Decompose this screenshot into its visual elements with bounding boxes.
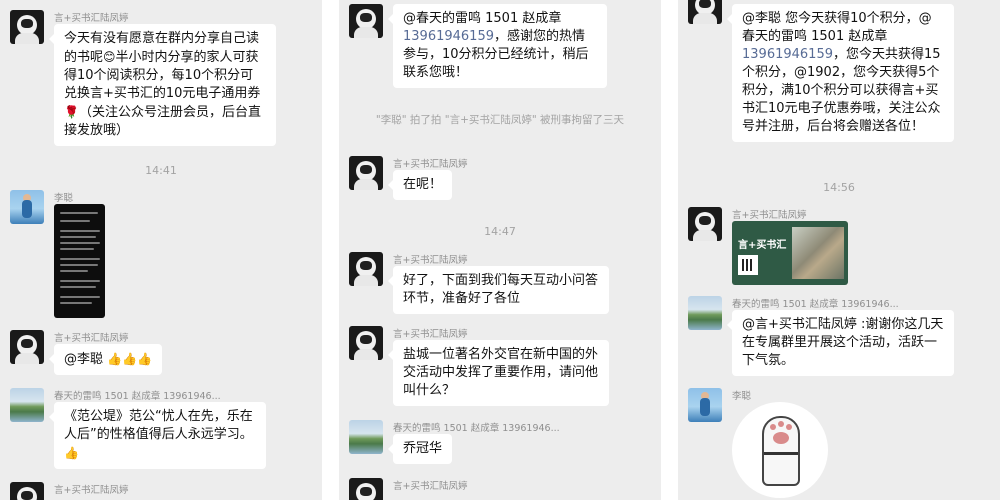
avatar[interactable] (349, 156, 383, 190)
avatar[interactable] (349, 326, 383, 360)
avatar[interactable] (688, 388, 722, 422)
message-bubble[interactable]: 今天有没有愿意在群内分享自己读的书呢😊半小时内分享的家人可获得10个阅读积分，每… (49, 24, 276, 146)
sender-name: 言+买书汇陆凤婷 (393, 329, 468, 340)
message-bubble[interactable]: 在呢！ (387, 170, 453, 200)
image-message[interactable]: 言+买书汇 (732, 221, 848, 285)
thumbs-up-emoji-icon: 👍👍👍 (107, 352, 152, 366)
card-title: 言+买书汇 (738, 240, 787, 251)
chat-panel-3: @李聪 您今天获得10个积分，@春天的雷鸣 1501 赵成章 139619461… (678, 0, 1000, 500)
message-bubble[interactable]: @李聪 👍👍👍 (49, 344, 162, 375)
message-text: @李聪 (64, 352, 108, 367)
chat-panel-2: @春天的雷鸣 1501 赵成章 13961946159，感谢您的热情参与，10分… (339, 0, 661, 500)
message-bubble[interactable]: @言+买书汇陆凤婷 :谢谢你这几天在专属群里开展这个活动，活跃一下气氛。 (727, 310, 954, 376)
avatar[interactable] (349, 420, 383, 454)
avatar[interactable] (10, 190, 44, 224)
timestamp: 14:47 (484, 225, 516, 238)
sender-name: 春天的雷鸣 1501 赵成章 13961946... (54, 391, 221, 402)
avatar[interactable] (10, 388, 44, 422)
sender-name: 言+买书汇陆凤婷 (54, 485, 129, 496)
sender-name: 言+买书汇陆凤婷 (54, 13, 129, 24)
sender-name: 李聪 (54, 193, 74, 204)
sender-name: 言+买书汇陆凤婷 (54, 333, 129, 344)
avatar[interactable] (10, 330, 44, 364)
avatar[interactable] (10, 482, 44, 500)
avatar[interactable] (349, 478, 383, 500)
message-bubble[interactable]: 好了，下面到我们每天互动小问答环节，准备好了各位 (388, 266, 609, 314)
message-text: 《范公堤》范公“忧人在先，乐在人后”的性格值得后人永远学习。 (64, 409, 253, 442)
avatar[interactable] (688, 0, 722, 24)
store-photo (792, 227, 844, 279)
message-bubble[interactable]: @李聪 您今天获得10个积分，@春天的雷鸣 1501 赵成章 139619461… (727, 4, 954, 142)
message-text: （关注公众号注册会员，后台直接发放哦） (64, 105, 261, 138)
timestamp: 14:41 (145, 164, 177, 177)
message-bubble[interactable]: 盐城一位著名外交官在新中国的外交活动中发挥了重要作用，请问他叫什么？ (388, 340, 609, 406)
image-message[interactable] (54, 204, 105, 318)
message-text: @春天的雷鸣 1501 赵成章 (403, 11, 562, 26)
timestamp: 14:56 (823, 181, 855, 194)
sender-name: 春天的雷鸣 1501 赵成章 13961946... (732, 299, 899, 310)
sender-name: 言+买书汇陆凤婷 (393, 159, 468, 170)
avatar[interactable] (349, 4, 383, 38)
avatar[interactable] (688, 296, 722, 330)
system-notice: "李聪" 拍了拍 "言+买书汇陆凤婷" 被刑事拘留了三天 (375, 114, 625, 126)
sender-name: 李聪 (732, 391, 752, 402)
sender-name: 言+买书汇陆凤婷 (393, 255, 468, 266)
promo-card-image: 言+买书汇 (732, 221, 848, 285)
rose-emoji-icon: 🌹 (64, 105, 79, 119)
message-text: @李聪 您今天获得10个积分，@春天的雷鸣 1501 赵成章 (742, 11, 932, 44)
thumbs-up-emoji-icon: 👍 (64, 446, 79, 460)
screenshot-image (54, 204, 105, 318)
message-bubble[interactable]: 《范公堤》范公“忧人在先，乐在人后”的性格值得后人永远学习。 👍 (49, 402, 266, 469)
sender-name: 言+买书汇陆凤婷 (393, 481, 468, 492)
qr-code-icon (738, 255, 758, 275)
sticker-message[interactable] (732, 402, 828, 498)
avatar[interactable] (349, 252, 383, 286)
chat-panel-1: 言+买书汇陆凤婷 今天有没有愿意在群内分享自己读的书呢😊半小时内分享的家人可获得… (0, 0, 322, 500)
smile-emoji-icon: 😊 (103, 50, 116, 64)
phone-link[interactable]: 13961946159 (742, 47, 833, 62)
avatar[interactable] (688, 207, 722, 241)
sender-name: 言+买书汇陆凤婷 (732, 210, 807, 221)
message-bubble[interactable]: @春天的雷鸣 1501 赵成章 13961946159，感谢您的热情参与，10分… (388, 4, 607, 88)
message-bubble[interactable]: 乔冠华 (387, 434, 453, 464)
sender-name: 春天的雷鸣 1501 赵成章 13961946... (393, 423, 560, 434)
avatar[interactable] (10, 10, 44, 44)
cat-paw-sticker-icon (732, 402, 828, 498)
phone-link[interactable]: 13961946159 (403, 29, 494, 44)
